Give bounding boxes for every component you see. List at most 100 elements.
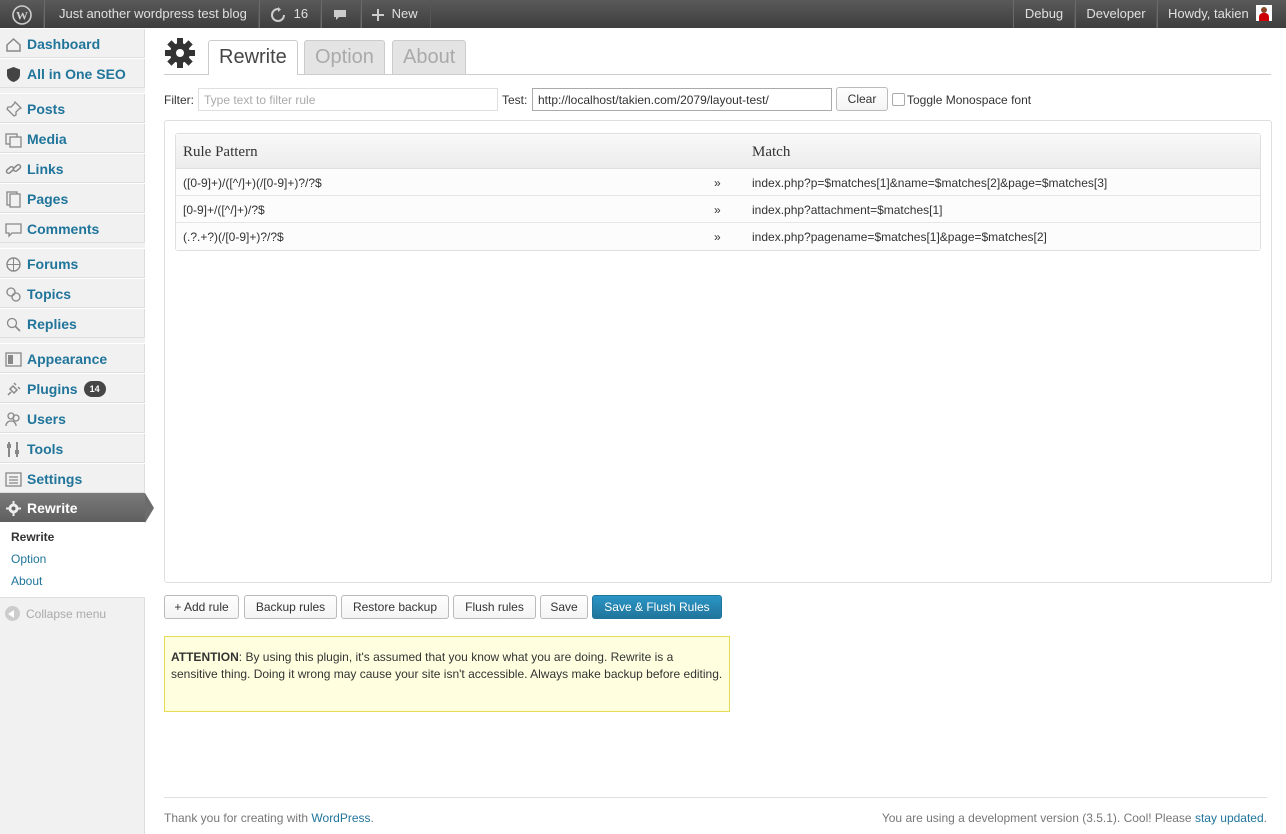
sidebar-item-tools[interactable]: Tools xyxy=(0,433,145,463)
sidebar-item-settings[interactable]: Settings xyxy=(0,463,145,493)
pages-icon xyxy=(6,191,21,208)
sidebar-item-label: Topics xyxy=(27,286,72,302)
rule-arrow: » xyxy=(714,203,721,217)
sidebar-item-pages[interactable]: Pages xyxy=(0,183,145,213)
add-rule-button[interactable]: + Add rule xyxy=(164,595,239,619)
submenu-item-rewrite[interactable]: Rewrite xyxy=(11,530,54,544)
filter-label: Filter: xyxy=(164,93,194,107)
updates-count: 16 xyxy=(293,6,309,21)
tab-rewrite[interactable]: Rewrite xyxy=(208,40,298,75)
plugin-icon xyxy=(7,382,21,396)
sidebar-item-label: All in One SEO xyxy=(27,66,126,82)
sidebar-item-forums[interactable]: Forums xyxy=(0,248,145,278)
sidebar-item-label: Comments xyxy=(27,221,100,237)
developer-link[interactable]: Developer xyxy=(1075,0,1157,28)
shield-icon xyxy=(7,67,20,82)
monospace-label: Toggle Monospace font xyxy=(907,93,1032,107)
collapse-menu-button[interactable]: Collapse menu xyxy=(5,606,106,622)
footer-version: You are using a development version (3.5… xyxy=(882,811,1267,825)
sidebar-item-all-in-one-seo[interactable]: All in One SEO xyxy=(0,58,145,88)
comment-icon xyxy=(5,223,22,238)
attention-notice: ATTENTION: By using this plugin, it's as… xyxy=(164,636,730,712)
submenu-item-about[interactable]: About xyxy=(11,574,42,588)
sidebar-item-topics[interactable]: Topics xyxy=(0,278,145,308)
test-url-input[interactable] xyxy=(532,88,832,111)
rule-match[interactable]: index.php?pagename=$matches[1]&page=$mat… xyxy=(752,230,1047,244)
avatar xyxy=(1256,5,1273,21)
forum-icon xyxy=(6,257,21,272)
rule-pattern[interactable]: [0-9]+/([^/]+)/?$ xyxy=(183,203,265,217)
sidebar-item-links[interactable]: Links xyxy=(0,153,145,183)
refresh-icon xyxy=(271,6,285,22)
sidebar-item-users[interactable]: Users xyxy=(0,403,145,433)
tools-icon xyxy=(7,442,19,457)
dashboard-icon xyxy=(6,37,21,52)
sidebar-item-label: Links xyxy=(27,161,64,177)
footer-thankyou: Thank you for creating with WordPress. xyxy=(164,811,374,825)
plugins-update-badge: 14 xyxy=(83,381,106,397)
sidebar-item-comments[interactable]: Comments xyxy=(0,213,145,243)
wp-logo-button[interactable]: W xyxy=(0,0,44,28)
rule-arrow: » xyxy=(714,176,721,190)
sidebar-item-media[interactable]: Media xyxy=(0,123,145,153)
sidebar-item-plugins[interactable]: Plugins 14 xyxy=(0,373,145,403)
sidebar-item-label: Dashboard xyxy=(27,36,101,52)
restore-backup-button[interactable]: Restore backup xyxy=(341,595,449,619)
backup-rules-button[interactable]: Backup rules xyxy=(244,595,337,619)
sidebar-item-label: Posts xyxy=(27,101,66,117)
rule-pattern[interactable]: (.?.+?)(/[0-9]+)?/?$ xyxy=(183,230,284,244)
rewrite-gear-icon xyxy=(165,38,195,68)
rule-match[interactable]: index.php?p=$matches[1]&name=$matches[2]… xyxy=(752,176,1107,190)
filter-input[interactable] xyxy=(198,88,498,111)
sidebar-item-posts[interactable]: Posts xyxy=(0,93,145,123)
save-flush-rules-button[interactable]: Save & Flush Rules xyxy=(592,595,722,619)
table-row[interactable]: ([0-9]+)/([^/]+)(/[0-9]+)?/?$ » index.ph… xyxy=(176,169,1260,196)
tab-option[interactable]: Option xyxy=(304,40,385,74)
site-name-link[interactable]: Just another wordpress test blog xyxy=(44,0,259,28)
wordpress-icon: W xyxy=(11,4,32,25)
stay-updated-link[interactable]: stay updated xyxy=(1195,811,1264,825)
sidebar-item-label: Rewrite xyxy=(27,500,78,516)
attention-text: : By using this plugin, it's assumed tha… xyxy=(171,650,723,681)
sidebar-item-label: Media xyxy=(27,131,67,147)
rule-arrow: » xyxy=(714,230,721,244)
table-row[interactable]: (.?.+?)(/[0-9]+)?/?$ » index.php?pagenam… xyxy=(176,223,1260,250)
monospace-checkbox[interactable] xyxy=(892,93,905,106)
save-button[interactable]: Save xyxy=(540,595,588,619)
table-row[interactable]: [0-9]+/([^/]+)/?$ » index.php?attachment… xyxy=(176,196,1260,223)
sidebar-item-rewrite[interactable]: Rewrite xyxy=(0,493,154,523)
settings-icon xyxy=(5,472,22,487)
svg-text:W: W xyxy=(16,8,28,22)
sidebar-item-label: Appearance xyxy=(27,351,108,367)
column-header-rule-pattern: Rule Pattern xyxy=(183,144,258,160)
sidebar-item-replies[interactable]: Replies xyxy=(0,308,145,338)
new-content-link[interactable]: New xyxy=(361,0,431,28)
footer-right-text: You are using a development version (3.5… xyxy=(881,811,1195,825)
link-icon xyxy=(5,163,22,175)
column-header-match: Match xyxy=(752,144,791,160)
updates-link[interactable]: 16 xyxy=(259,0,321,28)
sidebar-item-label: Pages xyxy=(27,191,69,207)
wordpress-link[interactable]: WordPress xyxy=(311,811,370,825)
footer-left-end: . xyxy=(370,811,374,825)
debug-link[interactable]: Debug xyxy=(1013,0,1075,28)
rules-table-header: Rule Pattern Match xyxy=(176,134,1260,169)
plus-icon xyxy=(372,8,384,21)
submenu-item-option[interactable]: Option xyxy=(11,552,46,566)
sidebar-item-label: Forums xyxy=(27,256,79,272)
sidebar-item-label: Users xyxy=(27,411,66,427)
my-account-link[interactable]: Howdy, takien xyxy=(1157,0,1286,28)
clear-button[interactable]: Clear xyxy=(836,87,888,111)
appearance-icon xyxy=(5,352,22,367)
tab-about[interactable]: About xyxy=(392,40,467,74)
comments-link[interactable] xyxy=(321,0,361,28)
flush-rules-button[interactable]: Flush rules xyxy=(453,595,536,619)
topics-icon xyxy=(6,287,21,302)
sidebar-item-appearance[interactable]: Appearance xyxy=(0,343,145,373)
attention-title: ATTENTION xyxy=(171,650,239,664)
rule-match[interactable]: index.php?attachment=$matches[1] xyxy=(752,203,942,217)
users-icon xyxy=(5,412,20,427)
rules-panel: Rule Pattern Match ([0-9]+)/([^/]+)(/[0-… xyxy=(164,120,1272,583)
rule-pattern[interactable]: ([0-9]+)/([^/]+)(/[0-9]+)?/?$ xyxy=(183,176,322,190)
sidebar-item-dashboard[interactable]: Dashboard xyxy=(0,28,145,58)
